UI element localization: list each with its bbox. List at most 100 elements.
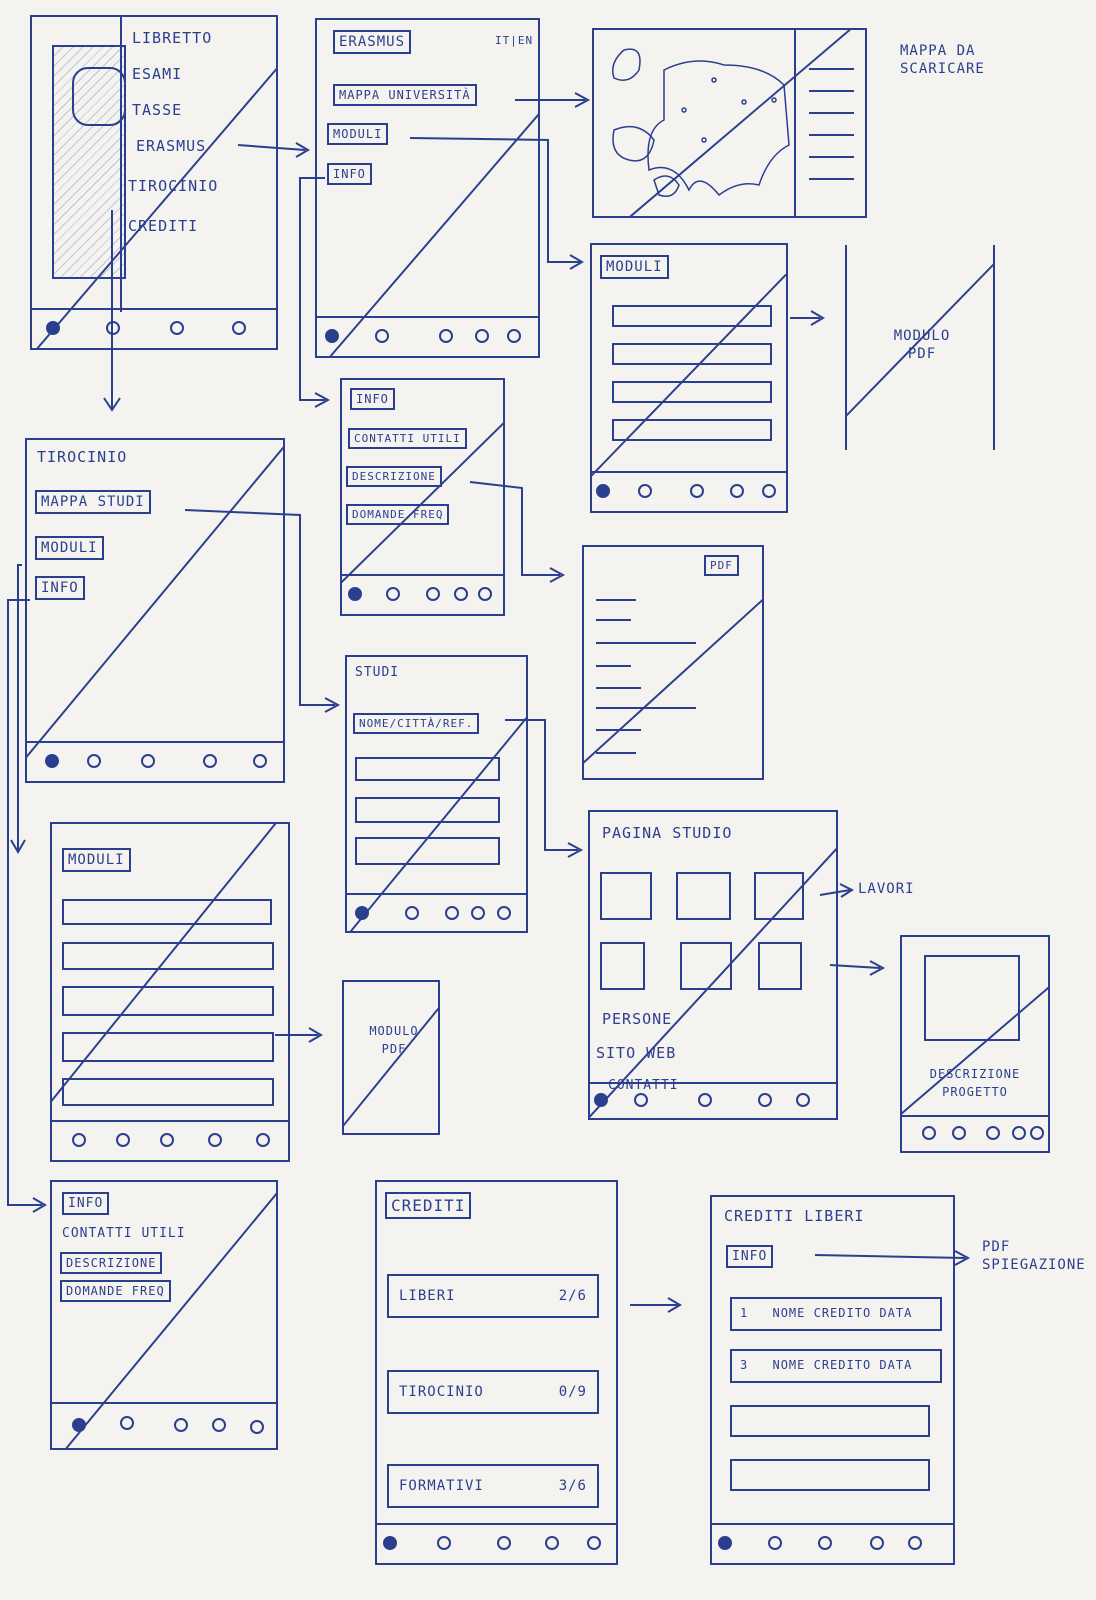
persone-link[interactable]: PERSONE bbox=[602, 1010, 672, 1028]
nav-dot-icon[interactable] bbox=[497, 1536, 511, 1550]
nav-dot-icon[interactable] bbox=[116, 1133, 130, 1147]
nav-dot-icon[interactable] bbox=[386, 587, 400, 601]
nav-dot-icon[interactable] bbox=[471, 906, 485, 920]
nav-home-icon[interactable] bbox=[325, 329, 339, 343]
credito-row[interactable]: 1 NOME CREDITO DATA bbox=[730, 1297, 942, 1331]
nav-dot-icon[interactable] bbox=[445, 906, 459, 920]
nav-dot-icon[interactable] bbox=[545, 1536, 559, 1550]
nav-dot-icon[interactable] bbox=[375, 329, 389, 343]
nav-dot-icon[interactable] bbox=[405, 906, 419, 920]
lavoro-tile[interactable] bbox=[754, 872, 804, 920]
studio-row[interactable] bbox=[355, 797, 500, 823]
domande-freq-button[interactable]: DOMANDE FREQ bbox=[346, 504, 450, 525]
nav-dot-icon[interactable] bbox=[475, 329, 489, 343]
nav-dot-icon[interactable] bbox=[72, 1133, 86, 1147]
nav-home-icon[interactable] bbox=[596, 484, 610, 498]
nav-dot-icon[interactable] bbox=[638, 484, 652, 498]
modulo-row[interactable] bbox=[62, 899, 272, 925]
domande-freq-button[interactable]: DOMANDE FREQ bbox=[60, 1280, 171, 1302]
nav-dot-icon[interactable] bbox=[497, 906, 511, 920]
info-button[interactable]: INFO bbox=[726, 1245, 774, 1268]
modulo-row[interactable] bbox=[62, 1032, 274, 1062]
nav-dot-icon[interactable] bbox=[232, 321, 246, 335]
modulo-row[interactable] bbox=[612, 343, 772, 365]
nav-dot-icon[interactable] bbox=[208, 1133, 222, 1147]
nav-dot-icon[interactable] bbox=[212, 1418, 226, 1432]
menu-item-esami[interactable]: ESAMI bbox=[132, 65, 182, 83]
nav-home-icon[interactable] bbox=[72, 1418, 86, 1432]
studio-row[interactable] bbox=[355, 757, 500, 781]
lavoro-tile[interactable] bbox=[680, 942, 732, 990]
credit-row[interactable]: FORMATIVI 3/6 bbox=[387, 1464, 599, 1508]
modulo-row[interactable] bbox=[612, 419, 772, 441]
nav-dot-icon[interactable] bbox=[120, 1416, 134, 1430]
map-list-line[interactable] bbox=[809, 112, 854, 114]
nav-dot-icon[interactable] bbox=[986, 1126, 1000, 1140]
lavoro-tile[interactable] bbox=[676, 872, 731, 920]
nav-dot-icon[interactable] bbox=[952, 1126, 966, 1140]
credito-row[interactable]: 3 NOME CREDITO DATA bbox=[730, 1349, 942, 1383]
nav-home-icon[interactable] bbox=[348, 587, 362, 601]
mappa-studi-button[interactable]: MAPPA STUDI bbox=[35, 490, 151, 514]
nav-dot-icon[interactable] bbox=[478, 587, 492, 601]
map-list-line[interactable] bbox=[809, 156, 854, 158]
credit-row[interactable]: LIBERI 2/6 bbox=[387, 1274, 599, 1318]
lavoro-tile[interactable] bbox=[600, 942, 645, 990]
menu-item-crediti[interactable]: CREDITI bbox=[128, 217, 198, 235]
nav-dot-icon[interactable] bbox=[170, 321, 184, 335]
nav-dot-icon[interactable] bbox=[768, 1536, 782, 1550]
info-button[interactable]: INFO bbox=[35, 576, 85, 600]
nav-dot-icon[interactable] bbox=[437, 1536, 451, 1550]
moduli-button[interactable]: MODULI bbox=[327, 123, 389, 145]
moduli-button[interactable]: MODULI bbox=[35, 536, 104, 560]
studi-search-input[interactable]: NOME/CITTÀ/REF. bbox=[353, 713, 480, 734]
descrizione-button[interactable]: DESCRIZIONE bbox=[60, 1252, 163, 1274]
language-toggle[interactable]: IT|EN bbox=[495, 34, 533, 47]
nav-dot-icon[interactable] bbox=[908, 1536, 922, 1550]
map-list-line[interactable] bbox=[809, 68, 854, 70]
modulo-row[interactable] bbox=[62, 986, 274, 1016]
modulo-row[interactable] bbox=[612, 305, 772, 327]
nav-dot-icon[interactable] bbox=[87, 754, 101, 768]
map-list-line[interactable] bbox=[809, 90, 854, 92]
credito-row[interactable] bbox=[730, 1405, 930, 1437]
contatti-utili-button[interactable]: CONTATTI UTILI bbox=[62, 1226, 186, 1241]
info-button[interactable]: INFO bbox=[327, 163, 372, 185]
lavoro-tile[interactable] bbox=[600, 872, 652, 920]
nav-home-icon[interactable] bbox=[45, 754, 59, 768]
nav-dot-icon[interactable] bbox=[758, 1093, 772, 1107]
map-list-line[interactable] bbox=[809, 134, 854, 136]
nav-home-icon[interactable] bbox=[594, 1093, 608, 1107]
nav-dot-icon[interactable] bbox=[870, 1536, 884, 1550]
nav-home-icon[interactable] bbox=[46, 321, 60, 335]
sito-web-link[interactable]: SITO WEB bbox=[596, 1044, 676, 1062]
mappa-universita-button[interactable]: MAPPA UNIVERSITÀ bbox=[333, 84, 477, 106]
nav-home-icon[interactable] bbox=[383, 1536, 397, 1550]
nav-dot-icon[interactable] bbox=[250, 1420, 264, 1434]
nav-dot-icon[interactable] bbox=[507, 329, 521, 343]
nav-dot-icon[interactable] bbox=[818, 1536, 832, 1550]
nav-dot-icon[interactable] bbox=[730, 484, 744, 498]
nav-dot-icon[interactable] bbox=[796, 1093, 810, 1107]
modulo-row[interactable] bbox=[62, 1078, 274, 1106]
nav-dot-icon[interactable] bbox=[203, 754, 217, 768]
nav-dot-icon[interactable] bbox=[690, 484, 704, 498]
nav-dot-icon[interactable] bbox=[762, 484, 776, 498]
menu-item-libretto[interactable]: LIBRETTO bbox=[132, 29, 212, 47]
map-list-line[interactable] bbox=[809, 178, 854, 180]
nav-dot-icon[interactable] bbox=[922, 1126, 936, 1140]
nav-dot-icon[interactable] bbox=[1012, 1126, 1026, 1140]
nav-dot-icon[interactable] bbox=[253, 754, 267, 768]
nav-dot-icon[interactable] bbox=[174, 1418, 188, 1432]
nav-dot-icon[interactable] bbox=[634, 1093, 648, 1107]
nav-home-icon[interactable] bbox=[355, 906, 369, 920]
nav-dot-icon[interactable] bbox=[426, 587, 440, 601]
lavoro-tile[interactable] bbox=[758, 942, 802, 990]
nav-dot-icon[interactable] bbox=[141, 754, 155, 768]
studio-row[interactable] bbox=[355, 837, 500, 865]
descrizione-button[interactable]: DESCRIZIONE bbox=[346, 466, 442, 487]
menu-item-tasse[interactable]: TASSE bbox=[132, 101, 182, 119]
modulo-row[interactable] bbox=[612, 381, 772, 403]
nav-dot-icon[interactable] bbox=[454, 587, 468, 601]
menu-item-erasmus[interactable]: ERASMUS bbox=[136, 137, 206, 155]
